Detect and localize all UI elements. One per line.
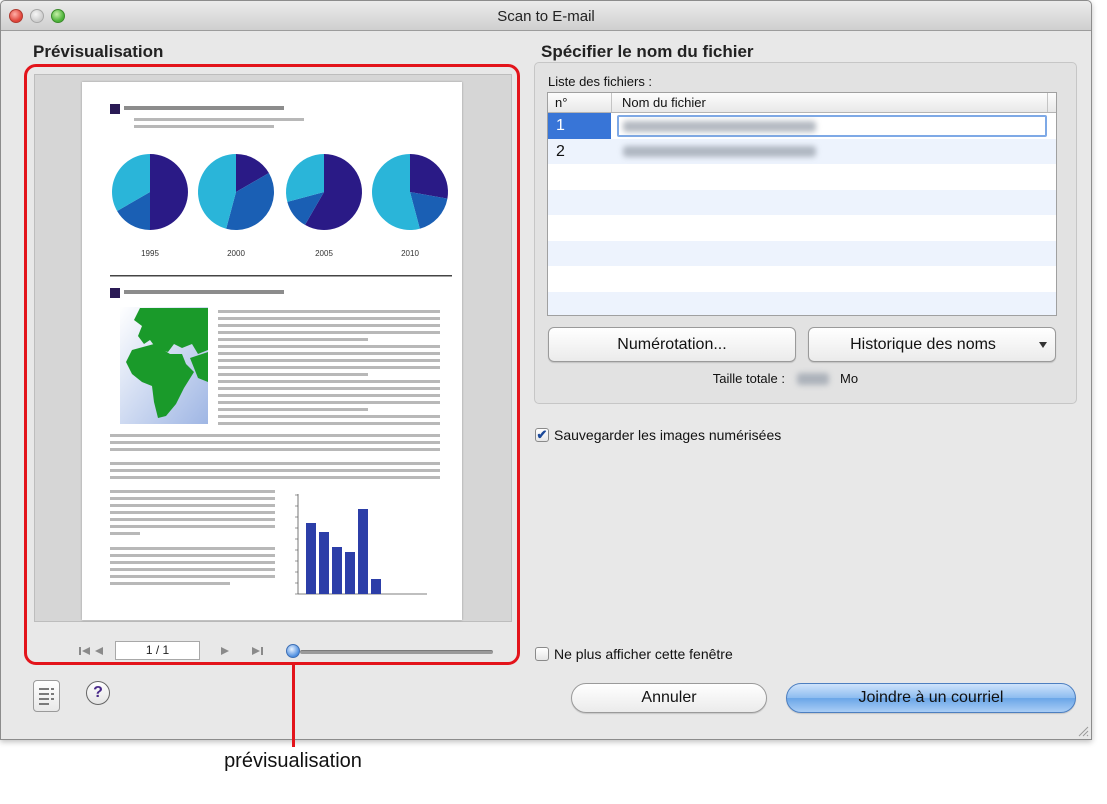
callout-label: prévisualisation — [224, 750, 362, 772]
window-title: Scan to E-mail — [497, 8, 595, 25]
preview-callout-frame — [24, 64, 520, 665]
table-row-empty — [548, 291, 1056, 315]
page-list-button[interactable] — [33, 680, 60, 712]
table-row-empty — [548, 240, 1056, 266]
column-divider — [1047, 93, 1048, 112]
total-size-label: Taille totale : — [712, 371, 785, 386]
blurred-filename — [623, 145, 816, 157]
save-images-checkbox[interactable]: ✔ — [535, 428, 549, 442]
table-row-empty — [548, 215, 1056, 241]
total-size-value — [797, 373, 829, 385]
cancel-button[interactable]: Annuler — [571, 683, 767, 713]
name-history-button[interactable]: Historique des noms — [808, 327, 1056, 362]
table-row[interactable]: 2 — [548, 138, 1056, 164]
numbering-button[interactable]: Numérotation... — [548, 327, 796, 362]
preview-heading: Prévisualisation — [33, 42, 164, 61]
dont-show-again-checkbox[interactable] — [535, 647, 549, 661]
title-bar[interactable]: Scan to E-mail — [1, 1, 1091, 31]
row-number: 1 — [556, 117, 565, 134]
table-row-empty — [548, 266, 1056, 292]
table-row-empty — [548, 164, 1056, 190]
dont-show-again-label: Ne plus afficher cette fenêtre — [554, 646, 733, 662]
column-header-filename[interactable]: Nom du fichier — [622, 95, 706, 110]
list-icon — [39, 688, 54, 705]
table-row-empty — [548, 189, 1056, 215]
filename-edit-field[interactable] — [617, 115, 1047, 137]
row-number: 2 — [556, 142, 565, 160]
filename-heading: Spécifier le nom du fichier — [541, 42, 754, 61]
column-header-number[interactable]: n° — [555, 95, 567, 110]
save-images-label: Sauvegarder les images numérisées — [554, 427, 782, 443]
column-divider — [611, 93, 612, 112]
name-history-label: Historique des noms — [850, 336, 996, 353]
table-row[interactable]: 1 — [548, 113, 1056, 139]
total-size-unit: Mo — [840, 371, 859, 386]
resize-grip-icon[interactable] — [1077, 725, 1089, 737]
file-list-label: Liste des fichiers : — [548, 74, 653, 89]
chevron-down-icon — [1039, 342, 1047, 348]
help-button[interactable]: ? — [86, 681, 110, 705]
table-header: n° Nom du fichier — [548, 93, 1056, 113]
callout-line — [292, 665, 295, 747]
blurred-filename — [623, 121, 816, 132]
file-list-table[interactable]: n° Nom du fichier 1 2 — [547, 92, 1057, 316]
attach-to-email-button[interactable]: Joindre à un courriel — [786, 683, 1076, 713]
